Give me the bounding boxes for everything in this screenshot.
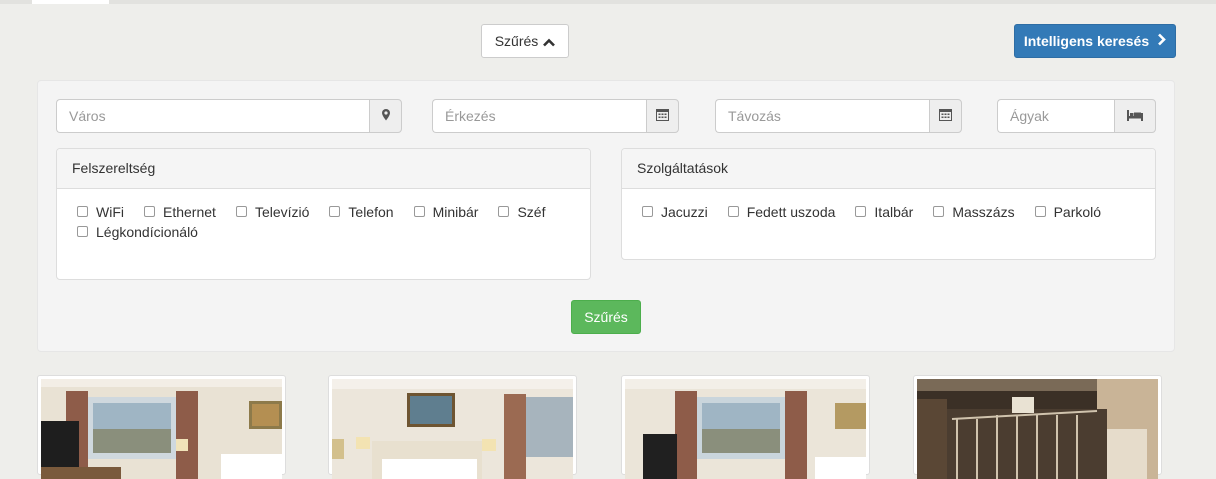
filter-toggle-button[interactable]: Szűrés (481, 24, 569, 58)
departure-field (715, 99, 962, 133)
room-card[interactable] (621, 375, 870, 479)
checkbox[interactable] (77, 206, 88, 217)
beds-input[interactable] (997, 99, 1114, 133)
amenity-label: Légkondícionáló (96, 223, 198, 240)
service-bar[interactable]: Italbár (855, 203, 914, 220)
calendar-icon (939, 108, 952, 124)
amenity-label: Telefon (348, 203, 394, 220)
room-photo[interactable] (332, 379, 573, 479)
top-tab-strip (0, 0, 1216, 4)
amenity-ethernet[interactable]: Ethernet (144, 203, 216, 220)
city-field (56, 99, 402, 133)
room-photo[interactable] (917, 379, 1158, 479)
room-card[interactable] (328, 375, 577, 479)
amenity-label: Ethernet (163, 203, 216, 220)
amenity-phone[interactable]: Telefon (329, 203, 394, 220)
arrival-input[interactable] (432, 99, 646, 133)
amenity-safe[interactable]: Széf (498, 203, 546, 220)
filter-panel: Felszereltség WiFi Ethernet Televízió Te… (37, 80, 1175, 352)
checkbox[interactable] (642, 206, 653, 217)
city-addon[interactable] (369, 99, 402, 133)
filter-toggle-label: Szűrés (494, 33, 539, 49)
active-tab-indicator[interactable] (32, 0, 109, 4)
room-photo[interactable] (41, 379, 282, 479)
checkbox[interactable] (77, 226, 88, 237)
map-marker-icon (381, 108, 391, 124)
checkbox[interactable] (413, 206, 425, 217)
beds-addon[interactable] (1114, 99, 1156, 133)
departure-addon[interactable] (929, 99, 962, 133)
service-label: Jacuzzi (661, 203, 708, 220)
service-massage[interactable]: Masszázs (933, 203, 1015, 220)
amenity-label: WiFi (96, 203, 124, 220)
filter-submit-button[interactable]: Szűrés (571, 300, 641, 334)
service-label: Parkoló (1053, 203, 1102, 220)
service-jacuzzi[interactable]: Jacuzzi (642, 203, 708, 220)
amenity-tv[interactable]: Televízió (235, 203, 310, 220)
amenity-minibar[interactable]: Minibár (413, 203, 479, 220)
room-card[interactable] (37, 375, 286, 479)
amenity-label: Széf (517, 203, 546, 220)
departure-input[interactable] (715, 99, 929, 133)
amenity-label: Televízió (254, 203, 310, 220)
service-parking[interactable]: Parkoló (1034, 203, 1102, 220)
chevron-right-icon (1157, 33, 1166, 50)
checkbox[interactable] (727, 206, 739, 217)
services-list: Jacuzzi Fedett uszoda Italbár Masszázs P… (622, 189, 1155, 224)
services-title: Szolgáltatások (622, 149, 1155, 189)
calendar-icon (656, 108, 669, 124)
arrival-addon[interactable] (646, 99, 679, 133)
beds-field (997, 99, 1156, 133)
services-box: Szolgáltatások Jacuzzi Fedett uszoda Ita… (621, 148, 1156, 260)
bed-icon (1127, 108, 1143, 124)
smart-search-button[interactable]: Intelligens keresés (1014, 24, 1176, 58)
amenity-label: Minibár (432, 203, 479, 220)
checkbox[interactable] (498, 206, 510, 217)
arrival-field (432, 99, 679, 133)
service-label: Masszázs (952, 203, 1015, 220)
service-indoor-pool[interactable]: Fedett uszoda (727, 203, 836, 220)
room-photo[interactable] (625, 379, 866, 479)
checkbox[interactable] (144, 206, 155, 217)
city-input[interactable] (56, 99, 369, 133)
amenity-ac[interactable]: Légkondícionáló (77, 223, 198, 240)
checkbox[interactable] (1034, 206, 1046, 217)
room-card[interactable] (913, 375, 1162, 479)
checkbox[interactable] (329, 206, 341, 217)
checkbox[interactable] (235, 206, 247, 217)
chevron-up-icon (543, 35, 556, 50)
smart-search-label: Intelligens keresés (1023, 33, 1150, 49)
checkbox[interactable] (933, 206, 945, 217)
amenities-box: Felszereltség WiFi Ethernet Televízió Te… (56, 148, 591, 280)
checkbox[interactable] (855, 206, 867, 217)
amenity-wifi[interactable]: WiFi (77, 203, 124, 220)
amenities-title: Felszereltség (57, 149, 590, 189)
service-label: Fedett uszoda (746, 203, 836, 220)
service-label: Italbár (874, 203, 914, 220)
amenities-list: WiFi Ethernet Televízió Telefon Minibár … (57, 189, 590, 244)
